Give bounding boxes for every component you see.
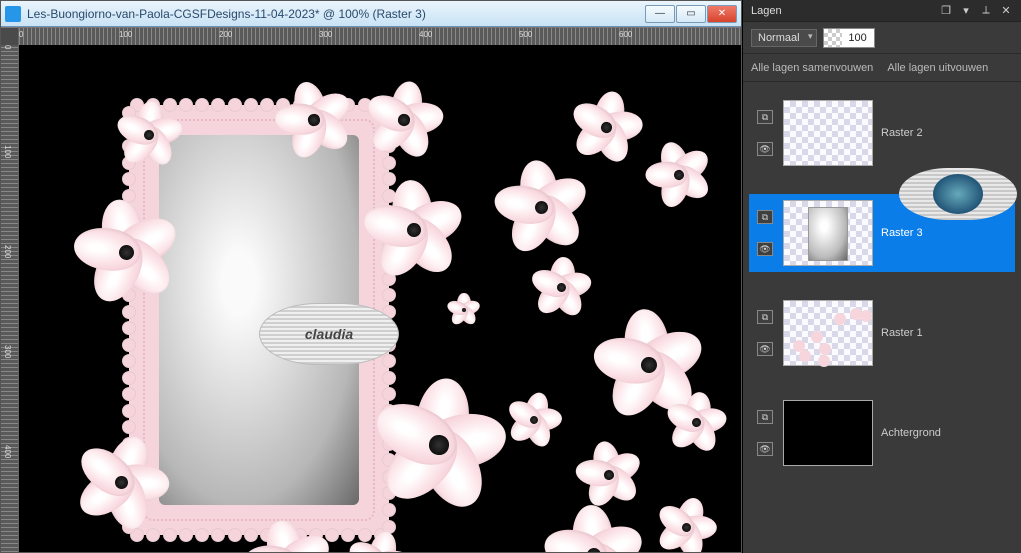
blend-mode-label: Normaal <box>758 32 800 44</box>
flower-graphic <box>449 295 479 325</box>
layer-row[interactable]: ⧉👁Raster 1 <box>749 294 1015 372</box>
layer-name: Raster 1 <box>881 327 1009 339</box>
layers-panel: Lagen ❐ ▾ ⟂ ✕ Normaal Alle lagen samenvo… <box>742 0 1021 553</box>
maximize-button[interactable]: ▭ <box>676 5 706 23</box>
ruler-corner <box>1 28 19 46</box>
layer-link-icon[interactable]: ⧉ <box>757 310 773 324</box>
flower-graphic <box>546 507 642 552</box>
flower-graphic <box>641 137 717 213</box>
layer-toggles: ⧉👁 <box>755 110 775 156</box>
panel-pin-icon[interactable]: ⟂ <box>979 4 993 18</box>
layer-name: Raster 3 <box>881 227 1009 239</box>
minimize-button[interactable]: — <box>645 5 675 23</box>
flower-graphic <box>568 89 645 166</box>
layer-row[interactable]: ⧉👁Raster 2 <box>749 94 1015 172</box>
titlebar[interactable]: Les-Buongiorno-van-Paola-CGSFDesigns-11-… <box>1 1 741 27</box>
flower-graphic <box>71 197 181 307</box>
document-body: 0100200300400 claudia <box>1 45 741 552</box>
watermark-overlay <box>899 168 1017 220</box>
layer-toggles: ⧉👁 <box>755 410 775 456</box>
app-icon <box>5 6 21 22</box>
flower-graphic <box>493 159 589 255</box>
flower-graphic <box>652 493 721 552</box>
visibility-icon[interactable]: 👁 <box>757 342 773 356</box>
flower-graphic <box>365 181 463 279</box>
visibility-icon[interactable]: 👁 <box>757 242 773 256</box>
layer-actions: Alle lagen samenvouwen Alle lagen uitvou… <box>743 54 1021 82</box>
watermark-text: claudia <box>305 326 353 342</box>
flower-graphic <box>116 102 181 167</box>
window-controls: — ▭ ✕ <box>645 5 737 23</box>
close-button[interactable]: ✕ <box>707 5 737 23</box>
opacity-field[interactable] <box>823 28 875 48</box>
panel-header[interactable]: Lagen ❐ ▾ ⟂ ✕ <box>743 0 1021 22</box>
ruler-vertical: 0100200300400 <box>1 45 19 552</box>
blend-row: Normaal <box>743 22 1021 54</box>
panel-menu-icon[interactable]: ▾ <box>959 4 973 18</box>
flower-graphic <box>504 390 565 451</box>
expand-all-link[interactable]: Alle lagen uitvouwen <box>887 62 988 74</box>
opacity-checker-icon <box>824 29 842 47</box>
flower-graphic <box>665 391 727 453</box>
globe-icon <box>933 174 983 214</box>
flower-graphic <box>532 258 592 318</box>
layer-row[interactable]: ⧉👁Achtergrond <box>749 394 1015 472</box>
layer-toggles: ⧉👁 <box>755 310 775 356</box>
layer-link-icon[interactable]: ⧉ <box>757 110 773 124</box>
ruler-h-ticks: 0100200300400500600 <box>19 28 741 45</box>
visibility-icon[interactable]: 👁 <box>757 142 773 156</box>
blend-mode-select[interactable]: Normaal <box>751 29 817 47</box>
watermark-logo: claudia <box>259 303 399 365</box>
panel-undock-icon[interactable]: ❐ <box>939 4 953 18</box>
layers-list: ⧉👁Raster 2⧉👁Raster 3⧉👁Raster 1⧉👁Achtergr… <box>743 82 1021 553</box>
visibility-icon[interactable]: 👁 <box>757 442 773 456</box>
layer-thumbnail[interactable] <box>783 200 873 266</box>
layer-thumbnail[interactable] <box>783 400 873 466</box>
layer-thumbnail[interactable] <box>783 300 873 366</box>
layer-toggles: ⧉👁 <box>755 210 775 256</box>
flower-graphic <box>363 79 444 160</box>
ruler-horizontal: 0100200300400500600 <box>1 27 741 45</box>
panel-title: Lagen <box>751 5 782 17</box>
canvas[interactable]: claudia <box>19 45 741 552</box>
layer-name: Raster 2 <box>881 127 1009 139</box>
collapse-all-link[interactable]: Alle lagen samenvouwen <box>751 62 873 74</box>
layer-name: Achtergrond <box>881 427 1009 439</box>
opacity-input[interactable] <box>842 32 874 44</box>
flower-graphic <box>574 440 644 510</box>
document-window: Les-Buongiorno-van-Paola-CGSFDesigns-11-… <box>0 0 742 553</box>
panel-close-icon[interactable]: ✕ <box>999 4 1013 18</box>
layer-link-icon[interactable]: ⧉ <box>757 210 773 224</box>
flower-graphic <box>371 377 507 513</box>
layer-thumbnail[interactable] <box>783 100 873 166</box>
window-title: Les-Buongiorno-van-Paola-CGSFDesigns-11-… <box>27 7 645 21</box>
layer-link-icon[interactable]: ⧉ <box>757 410 773 424</box>
